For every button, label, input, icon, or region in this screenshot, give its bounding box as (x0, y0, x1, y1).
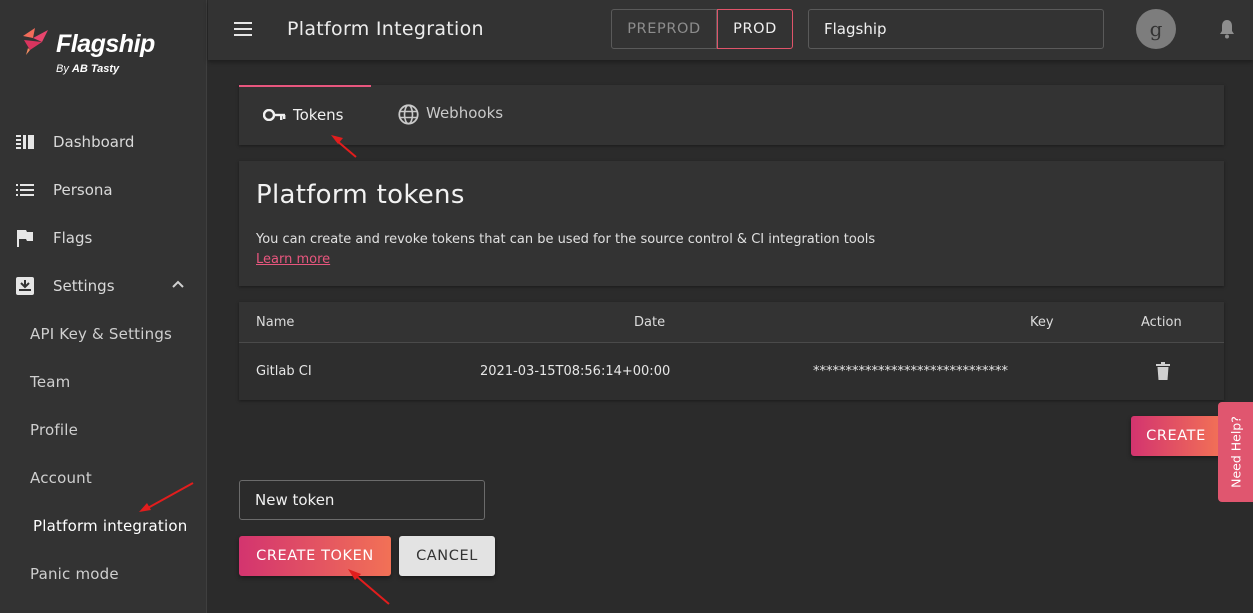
sidebar-subitem-profile[interactable]: Profile (30, 421, 78, 439)
settings-inbox-icon (16, 277, 34, 295)
sidebar-subitem-team[interactable]: Team (30, 373, 70, 391)
need-help-tab[interactable]: Need Help? (1218, 402, 1253, 502)
learn-more-link[interactable]: Learn more (256, 252, 330, 267)
brand-byline: By AB Tasty (56, 63, 120, 75)
sidebar-subitem-api-key[interactable]: API Key & Settings (30, 325, 172, 343)
sidebar-subitem-platform-integration[interactable]: Platform integration (33, 517, 187, 535)
list-icon (16, 184, 34, 196)
bell-icon[interactable] (1219, 19, 1235, 39)
chevron-up-icon[interactable] (171, 279, 185, 289)
sidebar-item-flags[interactable]: Flags (0, 218, 207, 258)
globe-icon (398, 104, 419, 125)
trash-icon[interactable] (1156, 362, 1170, 380)
menu-icon[interactable] (234, 22, 252, 36)
sidebar-subitem-account[interactable]: Account (30, 469, 92, 487)
tab-webhooks[interactable]: Webhooks (396, 85, 526, 145)
create-button[interactable]: CREATE (1131, 416, 1221, 456)
flagship-logo[interactable]: Flagship By AB Tasty (20, 26, 190, 82)
sidebar-subitem-panic-mode[interactable]: Panic mode (30, 565, 119, 583)
sidebar-item-persona[interactable]: Persona (0, 170, 207, 210)
column-header-action: Action (1141, 315, 1182, 330)
token-name: Gitlab CI (256, 364, 312, 379)
key-icon (263, 109, 286, 121)
tokens-table: Name Date Key Action Gitlab CI 2021-03-1… (239, 302, 1224, 400)
section-title: Platform tokens (256, 180, 465, 210)
tab-tokens[interactable]: Tokens (239, 85, 371, 145)
create-token-button[interactable]: CREATE TOKEN (239, 536, 391, 576)
column-header-date: Date (634, 315, 666, 330)
platform-tokens-card: Platform tokens You can create and revok… (239, 161, 1224, 286)
page-title: Platform Integration (287, 18, 484, 40)
token-key: ****************************** (813, 364, 1008, 379)
cancel-button[interactable]: CANCEL (399, 536, 495, 576)
sidebar: Flagship By AB Tasty Dashboard Persona F… (0, 0, 207, 613)
sidebar-item-label: Dashboard (53, 133, 135, 151)
dashboard-icon (16, 135, 34, 149)
sidebar-item-settings[interactable]: Settings (0, 266, 207, 306)
column-header-name: Name (256, 315, 295, 330)
project-select[interactable]: Flagship (808, 9, 1104, 49)
token-name-input[interactable] (239, 480, 485, 520)
section-description: You can create and revoke tokens that ca… (256, 232, 876, 247)
flag-icon (17, 230, 33, 247)
sidebar-item-label: Settings (53, 277, 115, 295)
environment-toggle: PREPROD PROD (611, 9, 793, 49)
sidebar-item-label: Flags (53, 229, 93, 247)
flagship-logo-icon (23, 28, 48, 55)
env-preprod-button[interactable]: PREPROD (611, 9, 717, 49)
env-prod-button[interactable]: PROD (717, 9, 793, 49)
sidebar-item-label: Persona (53, 181, 113, 199)
tab-label: Webhooks (426, 104, 504, 122)
avatar[interactable]: g (1136, 9, 1176, 49)
tabs-bar: Tokens Webhooks (239, 85, 1224, 145)
tab-label: Tokens (293, 106, 344, 124)
table-row: Gitlab CI 2021-03-15T08:56:14+00:00 ****… (239, 342, 1224, 400)
column-header-key: Key (1030, 315, 1054, 330)
top-bar: Platform Integration PREPROD PROD Flagsh… (208, 0, 1253, 60)
sidebar-item-dashboard[interactable]: Dashboard (0, 122, 207, 162)
brand-name: Flagship (56, 30, 155, 58)
token-date: 2021-03-15T08:56:14+00:00 (480, 364, 671, 379)
need-help-label: Need Help? (1228, 416, 1243, 488)
